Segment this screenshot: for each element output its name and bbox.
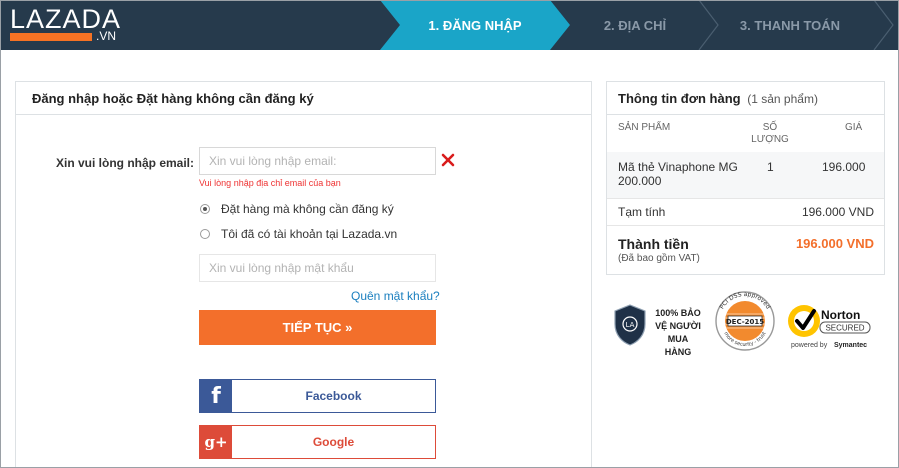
email-label: Xin vui lòng nhập email: bbox=[56, 156, 195, 170]
protect-line: MUA bbox=[667, 334, 689, 344]
vat-note: (Đã bao gồm VAT) bbox=[618, 253, 700, 264]
step-address-label: 2. ĐỊA CHỈ bbox=[603, 17, 667, 33]
item-quantity: 1 bbox=[767, 160, 774, 174]
option-guest-label: Đặt hàng mà không cần đăng ký bbox=[221, 202, 394, 216]
order-title-text: Thông tin đơn hàng bbox=[618, 91, 741, 106]
subtotal-value: 196.000 VND bbox=[801, 205, 874, 219]
norton-brand: Symantec bbox=[834, 342, 867, 349]
norton-name: Norton bbox=[821, 308, 860, 322]
password-input[interactable] bbox=[199, 254, 436, 282]
svg-text:LA: LA bbox=[626, 321, 635, 329]
forgot-password-link[interactable]: Quên mật khẩu? bbox=[351, 289, 440, 303]
order-summary-panel: Thông tin đơn hàng (1 sản phẩm) SẢN PHẨM… bbox=[606, 81, 885, 275]
col-product-header: SẢN PHẨM bbox=[618, 122, 671, 133]
facebook-label: Facebook bbox=[305, 389, 362, 403]
google-login-button[interactable]: g+ Google bbox=[199, 425, 436, 459]
step-payment-label: 3. THANH TOÁN bbox=[739, 17, 841, 33]
pci-dss-badge-icon: DEC-2015 PCI DSS approved more security … bbox=[715, 291, 775, 351]
norton-powered-by: powered by bbox=[791, 342, 828, 349]
norton-secured: SECURED bbox=[825, 324, 864, 333]
shield-icon: LA bbox=[614, 304, 646, 346]
facebook-icon: f bbox=[200, 380, 232, 412]
step-divider-icon bbox=[698, 0, 719, 50]
email-input[interactable] bbox=[199, 147, 436, 175]
item-price: 196.000 bbox=[822, 160, 866, 174]
norton-secured-badge-icon: Norton SECURED powered by Symantec bbox=[788, 305, 871, 349]
option-account-label: Tôi đã có tài khoản tại Lazada.vn bbox=[221, 227, 398, 241]
option-guest-checkout[interactable]: Đặt hàng mà không cần đăng ký bbox=[200, 202, 394, 216]
order-summary-title: Thông tin đơn hàng (1 sản phẩm) bbox=[607, 82, 884, 115]
order-item-count: (1 sản phẩm) bbox=[747, 92, 818, 106]
step-payment: 3. THANH TOÁN bbox=[690, 0, 890, 50]
login-panel-title: Đăng nhập hoặc Đặt hàng không cần đăng k… bbox=[16, 82, 591, 115]
pci-date: DEC-2015 bbox=[726, 318, 764, 326]
google-plus-icon: g+ bbox=[200, 426, 232, 458]
google-label: Google bbox=[312, 435, 355, 449]
email-error-message: Vui lòng nhập địa chỉ email của bạn bbox=[199, 178, 341, 188]
col-qty-header: SỐ LƯỢNG bbox=[750, 122, 790, 146]
facebook-login-button[interactable]: f Facebook bbox=[199, 379, 436, 413]
checkout-steps: 1. ĐĂNG NHẬP 2. ĐỊA CHỈ 3. THANH TOÁN bbox=[380, 0, 899, 50]
col-qty-line-1: SỐ bbox=[762, 122, 778, 133]
total-label: Thành tiền bbox=[618, 236, 689, 252]
logo-domain: .VN bbox=[96, 29, 117, 43]
protect-line: 100% BẢO bbox=[655, 308, 701, 318]
total-value: 196.000 VND bbox=[795, 236, 874, 251]
step-login: 1. ĐĂNG NHẬP bbox=[380, 0, 570, 50]
option-have-account[interactable]: Tôi đã có tài khoản tại Lazada.vn bbox=[200, 227, 397, 241]
col-price-header: GIÁ bbox=[845, 122, 863, 133]
total-divider bbox=[607, 225, 884, 226]
col-qty-line-2: LƯỢNG bbox=[751, 134, 789, 145]
logo-underline bbox=[10, 33, 92, 41]
subtotal-label: Tạm tính bbox=[618, 205, 666, 219]
protect-line: VỆ NGƯỜI bbox=[655, 321, 701, 331]
radio-unchecked-icon[interactable] bbox=[200, 229, 210, 239]
protect-line: HÀNG bbox=[664, 347, 692, 357]
buyer-protection-text: 100% BẢO VỆ NGƯỜI MUA HÀNG bbox=[648, 307, 708, 359]
radio-checked-icon[interactable] bbox=[200, 204, 210, 214]
continue-button[interactable]: TIẾP TỤC » bbox=[199, 310, 436, 345]
item-name: Mã thẻ Vinaphone MG 200.000 bbox=[618, 160, 738, 188]
top-header: LAZADA .VN 1. ĐĂNG NHẬP 2. ĐỊA CHỈ 3. TH… bbox=[0, 0, 899, 50]
step-login-label: 1. ĐĂNG NHẬP bbox=[428, 17, 522, 33]
error-close-icon bbox=[441, 153, 455, 167]
login-panel: Đăng nhập hoặc Đặt hàng không cần đăng k… bbox=[15, 81, 592, 468]
lazada-logo[interactable]: LAZADA .VN bbox=[10, 4, 125, 44]
step-divider-icon bbox=[873, 0, 894, 50]
